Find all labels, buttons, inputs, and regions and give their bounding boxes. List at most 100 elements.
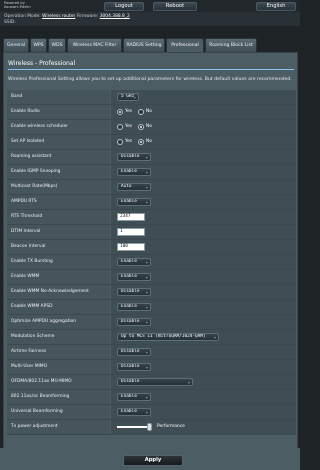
multi-user-mimo-select[interactable]: Disable ⌄ — [117, 363, 151, 371]
wmm-label: Enable WMM — [7, 270, 110, 284]
status-bar: Operation Mode: Wireless router Firmware… — [0, 12, 300, 26]
multi-user-mimo-label: Multi-User MIMO — [7, 360, 110, 374]
chevron-down-icon: ⌄ — [145, 199, 148, 204]
airtime-fairness-label: Airtime Fairness — [7, 345, 110, 359]
row-ofdma-mu-mimo: OFDMA/802.11ax MU-MIMO Disable ⌄ — [7, 375, 296, 390]
universal-beamforming-label: Universal Beamforming — [7, 405, 110, 419]
tab-wireless-mac-filter[interactable]: Wireless MAC Filter — [67, 38, 122, 52]
page-title: Wireless - Professional — [8, 60, 76, 67]
wmm-no-ack-label: Enable WMM No-Acknowledgement — [7, 285, 110, 299]
tab-radius-setting[interactable]: RADIUS Setting — [123, 38, 165, 52]
tx-power-value: Performance — [157, 424, 185, 429]
operation-mode-link[interactable]: Wireless router — [42, 14, 75, 19]
row-multi-user-mimo: Multi-User MIMO Disable ⌄ — [7, 360, 296, 375]
row-wmm-apsd: Enable WMM APSD Enable ⌄ — [7, 300, 296, 315]
chevron-down-icon: ⌄ — [145, 154, 148, 159]
row-wireless-scheduler: Enable wireless scheduler Yes No — [7, 120, 296, 135]
tab-wds[interactable]: WDS — [48, 38, 66, 52]
chevron-down-icon: ⌄ — [145, 259, 148, 264]
chevron-down-icon: ⌄ — [213, 334, 216, 339]
beacon-interval-label: Beacon Interval — [7, 240, 110, 254]
page-description: Wireless Professional Setting allows you… — [8, 77, 292, 82]
tx-power-slider-handle[interactable] — [146, 423, 152, 431]
top-bar: Powered by Asuswrt-Merlin Logout Reboot … — [0, 0, 300, 12]
band-select[interactable]: 5 GHz ⌄ — [117, 93, 139, 101]
scheduler-yes-radio[interactable] — [117, 124, 123, 130]
airtime-fairness-select[interactable]: Disable ⌄ — [117, 348, 151, 356]
row-band: Band 5 GHz ⌄ — [7, 90, 296, 105]
beacon-interval-input[interactable]: 100 — [117, 243, 145, 251]
chevron-down-icon: ⌄ — [145, 184, 148, 189]
row-ampdu-aggregation: Optimize AMPDU aggregation Disable ⌄ — [7, 315, 296, 330]
apply-button[interactable]: Apply — [123, 455, 183, 466]
chevron-down-icon: ⌄ — [145, 364, 148, 369]
multicast-rate-select[interactable]: Auto ⌄ — [117, 183, 151, 191]
operation-mode: Operation Mode: Wireless router Firmware… — [4, 14, 130, 19]
chevron-down-icon: ⌄ — [187, 379, 190, 384]
row-wmm: Enable WMM Enable ⌄ — [7, 270, 296, 285]
chevron-down-icon: ⌄ — [145, 394, 148, 399]
roaming-assistant-label: Roaming assistant — [7, 150, 110, 164]
ap-isolated-label: Set AP Isolated — [7, 135, 110, 149]
tx-power-slider[interactable] — [117, 426, 151, 428]
dtim-interval-input[interactable]: 1 — [117, 228, 145, 236]
igmp-snooping-select[interactable]: Enable ⌄ — [117, 168, 151, 176]
chevron-down-icon: ⌄ — [145, 169, 148, 174]
ampdu-aggregation-select[interactable]: Disable ⌄ — [117, 318, 151, 326]
enable-radio-no-radio[interactable] — [138, 109, 144, 115]
ampdu-rts-label: AMPDU RTS — [7, 195, 110, 209]
rts-threshold-input[interactable]: 2347 — [117, 213, 145, 221]
row-tx-power: Tx power adjustment Performance — [7, 420, 296, 435]
row-rts-threshold: RTS Threshold 2347 — [7, 210, 296, 225]
reboot-button[interactable]: Reboot — [153, 2, 197, 11]
ofdma-mu-mimo-select[interactable]: Disable ⌄ — [117, 378, 193, 386]
wmm-no-ack-select[interactable]: Disable ⌄ — [117, 288, 151, 296]
enable-radio-yes-radio[interactable] — [117, 109, 123, 115]
row-enable-radio: Enable Radio Yes No — [7, 105, 296, 120]
dtim-interval-label: DTIM Interval — [7, 225, 110, 239]
row-ap-isolated: Set AP Isolated Yes No — [7, 135, 296, 150]
multicast-rate-label: Multicast Rate(Mbps) — [7, 180, 110, 194]
logout-button[interactable]: Logout — [104, 2, 144, 11]
row-wmm-no-ack: Enable WMM No-Acknowledgement Disable ⌄ — [7, 285, 296, 300]
wmm-select[interactable]: Enable ⌄ — [117, 273, 151, 281]
row-modulation-scheme: Modulation Scheme Up to MCS 11 (NitroQAM… — [7, 330, 296, 345]
modulation-scheme-label: Modulation Scheme — [7, 330, 110, 344]
ampdu-rts-select[interactable]: Enable ⌄ — [117, 198, 151, 206]
title-divider — [8, 69, 294, 70]
row-tx-bursting: Enable TX Bursting Enable ⌄ — [7, 255, 296, 270]
tx-power-slider-fill — [117, 426, 150, 428]
tab-bar: General WPS WDS Wireless MAC Filter RADI… — [0, 38, 300, 52]
wmm-apsd-label: Enable WMM APSD — [7, 300, 110, 314]
wireless-scheduler-label: Enable wireless scheduler — [7, 120, 110, 134]
language-select[interactable]: English — [256, 2, 296, 11]
tab-professional[interactable]: Professional — [166, 38, 204, 52]
tab-wps[interactable]: WPS — [30, 38, 47, 52]
chevron-down-icon: ⌄ — [145, 289, 148, 294]
modulation-scheme-select[interactable]: Up to MCS 11 (NitroQAM/1024-QAM) ⌄ — [117, 333, 219, 341]
universal-beamforming-select[interactable]: Enable ⌄ — [117, 408, 151, 416]
igmp-snooping-label: Enable IGMP Snooping — [7, 165, 110, 179]
row-ampdu-rts: AMPDU RTS Enable ⌄ — [7, 195, 296, 210]
scheduler-no-radio[interactable] — [138, 124, 144, 130]
row-beacon-interval: Beacon Interval 100 — [7, 240, 296, 255]
row-igmp-snooping: Enable IGMP Snooping Enable ⌄ — [7, 165, 296, 180]
chevron-down-icon: ⌄ — [145, 349, 148, 354]
roaming-assistant-select[interactable]: Disable ⌄ — [117, 153, 151, 161]
firmware-link[interactable]: 3004.388.8_2 — [100, 14, 130, 19]
settings-panel: Wireless - Professional Wireless Profess… — [3, 52, 298, 470]
ap-isolated-yes-radio[interactable] — [117, 139, 123, 145]
tab-roaming-block-list[interactable]: Roaming Block List — [205, 38, 257, 52]
enable-radio-label: Enable Radio — [7, 105, 110, 119]
ap-isolated-no-radio[interactable] — [138, 139, 144, 145]
rts-threshold-label: RTS Threshold — [7, 210, 110, 224]
wmm-apsd-select[interactable]: Enable ⌄ — [117, 303, 151, 311]
tx-bursting-select[interactable]: Enable ⌄ — [117, 258, 151, 266]
chevron-down-icon: ⌄ — [145, 274, 148, 279]
beamforming-select[interactable]: Enable ⌄ — [117, 393, 151, 401]
beamforming-label: 802.11ax/ac Beamforming — [7, 390, 110, 404]
chevron-down-icon: ⌄ — [145, 304, 148, 309]
tx-bursting-label: Enable TX Bursting — [7, 255, 110, 269]
row-multicast-rate: Multicast Rate(Mbps) Auto ⌄ — [7, 180, 296, 195]
tab-general[interactable]: General — [3, 38, 29, 52]
